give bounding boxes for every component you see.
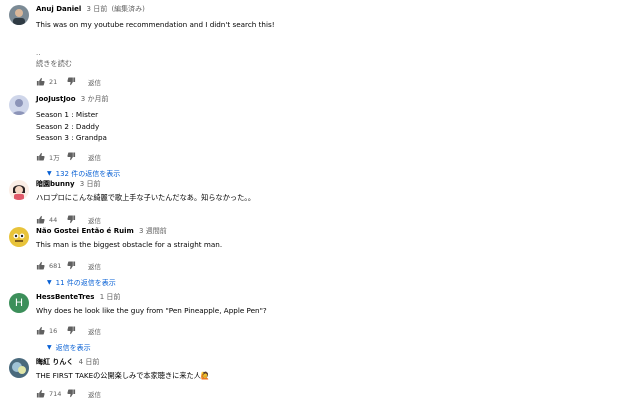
reply-button[interactable]: 返信 bbox=[88, 261, 101, 271]
comment-ellipsis: .. bbox=[36, 48, 41, 57]
edited-label: (編集済み) bbox=[111, 5, 145, 13]
comment-time[interactable]: 4 日前 bbox=[79, 358, 100, 366]
comment-text: THE FIRST TAKEの公開楽しみで本家聴きに来た人🙋 bbox=[36, 371, 210, 380]
like-icon[interactable] bbox=[36, 77, 45, 86]
chevron-down-icon: ▼ bbox=[47, 279, 52, 286]
comment-author[interactable]: Não Gostei Então é Ruim bbox=[36, 227, 134, 235]
comment-author[interactable]: 暗園bunny bbox=[36, 180, 75, 188]
reply-button[interactable]: 返信 bbox=[88, 215, 101, 225]
view-replies-label: 返信を表示 bbox=[55, 343, 91, 352]
comment-actions: 21 返信 bbox=[36, 75, 630, 89]
like-icon[interactable] bbox=[36, 215, 45, 224]
comment-time[interactable]: 3 日前 bbox=[80, 180, 101, 188]
dislike-icon[interactable] bbox=[67, 389, 76, 398]
avatar[interactable] bbox=[9, 95, 29, 115]
like-count: 21 bbox=[49, 77, 58, 86]
like-count: 714 bbox=[49, 389, 62, 398]
comment-author[interactable]: 晦紅 りんく bbox=[36, 358, 73, 366]
dislike-icon[interactable] bbox=[67, 261, 76, 270]
comment-header: 暗園bunny 3 日前 bbox=[36, 179, 630, 189]
comment-actions: 16 返信 bbox=[36, 324, 630, 338]
comment-text: This was on my youtube recommendation an… bbox=[36, 20, 275, 29]
avatar[interactable] bbox=[9, 180, 29, 200]
comment-author[interactable]: HessBenteTres bbox=[36, 293, 94, 301]
comment-actions: 681 返信 bbox=[36, 259, 630, 273]
reply-button[interactable]: 返信 bbox=[88, 389, 101, 399]
reply-button[interactable]: 返信 bbox=[88, 77, 101, 87]
like-icon[interactable] bbox=[36, 389, 45, 398]
view-replies-button[interactable]: ▼ 11 件の返信を表示 bbox=[47, 278, 630, 288]
comment-header: JooJustJoo 3 か月前 bbox=[36, 94, 630, 104]
comment-time[interactable]: 3 週間前 bbox=[139, 227, 167, 235]
dislike-icon[interactable] bbox=[67, 77, 76, 86]
comment-time[interactable]: 3 か月前 bbox=[81, 95, 109, 103]
like-icon[interactable] bbox=[36, 152, 45, 161]
reply-button[interactable]: 返信 bbox=[88, 152, 101, 162]
comment-author[interactable]: Anuj Daniel bbox=[36, 5, 81, 13]
comment-text: Why does he look like the guy from "Pen … bbox=[36, 306, 267, 315]
like-count: 44 bbox=[49, 215, 58, 224]
view-replies-label: 132 件の返信を表示 bbox=[55, 169, 121, 178]
read-more-link[interactable]: 続きを読む bbox=[36, 59, 630, 69]
like-count: 1万 bbox=[49, 153, 60, 162]
comment-time[interactable]: 1 日前 bbox=[100, 293, 121, 301]
comment-header: HessBenteTres 1 日前 bbox=[36, 292, 630, 302]
like-count: 16 bbox=[49, 326, 58, 335]
comment-actions: 1万 返信 bbox=[36, 150, 630, 164]
avatar[interactable] bbox=[9, 5, 29, 25]
comment-header: 晦紅 りんく 4 日前 bbox=[36, 357, 630, 367]
comment-text: ハロプロにこんな綺麗で歌上手な子いたんだなあ。知らなかった。。 bbox=[36, 193, 256, 202]
avatar[interactable] bbox=[9, 227, 29, 247]
comment-author[interactable]: JooJustJoo bbox=[36, 95, 76, 103]
chevron-down-icon: ▼ bbox=[47, 170, 52, 177]
reply-button[interactable]: 返信 bbox=[88, 326, 101, 336]
comment-text: Season 1 : Mister Season 2 : Daddy Seaso… bbox=[36, 110, 107, 142]
like-icon[interactable] bbox=[36, 326, 45, 335]
like-icon[interactable] bbox=[36, 261, 45, 270]
comment-header: Não Gostei Então é Ruim 3 週間前 bbox=[36, 226, 630, 236]
avatar[interactable]: H bbox=[9, 293, 29, 313]
comment-time[interactable]: 3 日前 bbox=[87, 5, 108, 13]
view-replies-label: 11 件の返信を表示 bbox=[55, 278, 116, 287]
view-replies-button[interactable]: ▼ 132 件の返信を表示 bbox=[47, 169, 630, 179]
comment-actions: 44 返信 bbox=[36, 213, 630, 227]
dislike-icon[interactable] bbox=[67, 215, 76, 224]
comment-header: Anuj Daniel 3 日前 (編集済み) bbox=[36, 4, 630, 14]
avatar-letter: H bbox=[15, 297, 23, 309]
comment-actions: 714 返信 bbox=[36, 387, 630, 400]
view-replies-button[interactable]: ▼ 返信を表示 bbox=[47, 343, 630, 353]
comment-text: This man is the biggest obstacle for a s… bbox=[36, 240, 223, 249]
chevron-down-icon: ▼ bbox=[47, 344, 52, 351]
dislike-icon[interactable] bbox=[67, 326, 76, 335]
dislike-icon[interactable] bbox=[67, 152, 76, 161]
avatar[interactable] bbox=[9, 358, 29, 378]
like-count: 681 bbox=[49, 261, 62, 270]
